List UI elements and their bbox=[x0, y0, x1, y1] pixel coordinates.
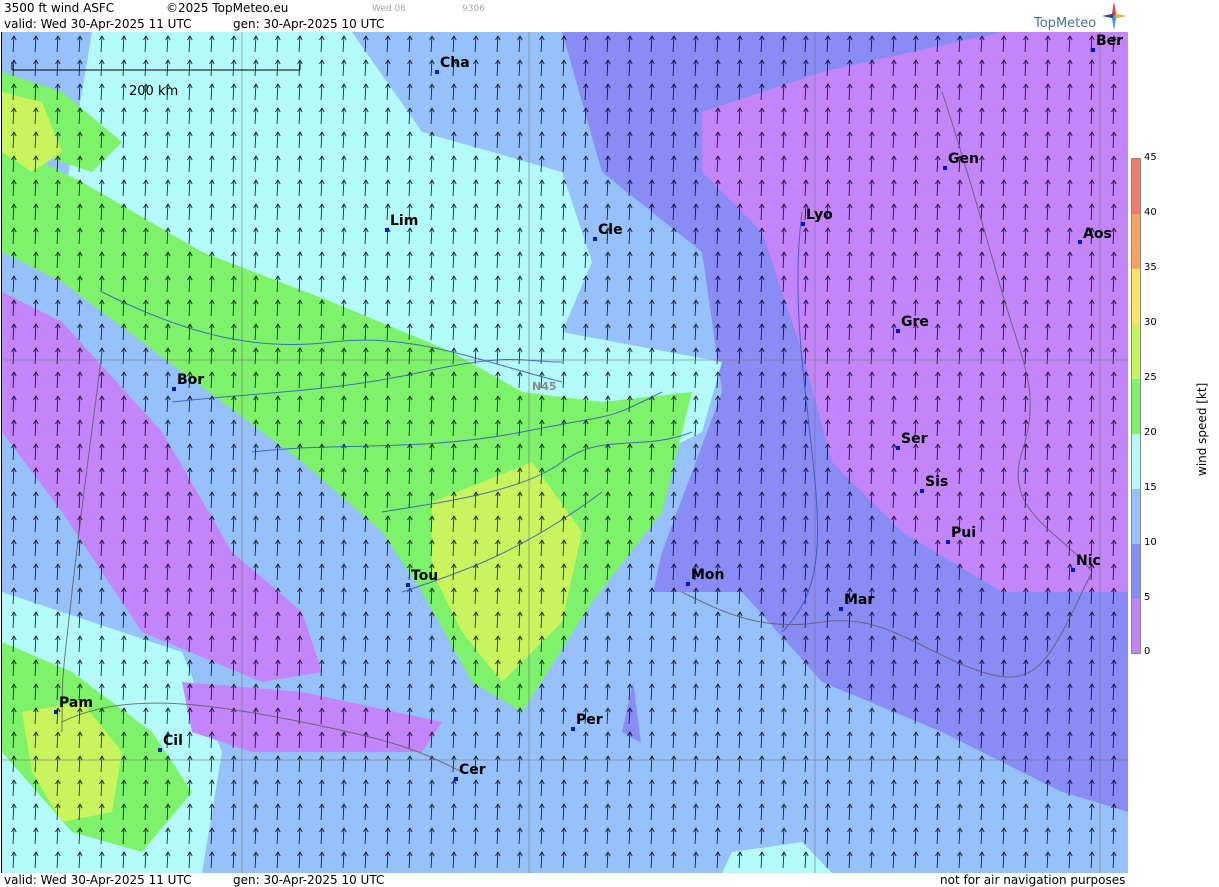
city-label[interactable]: Mar bbox=[844, 592, 874, 608]
city-label[interactable]: Cil bbox=[163, 733, 183, 749]
color-legend: 45 40 35 30 25 20 15 10 5 0 wind speed [… bbox=[1128, 0, 1219, 887]
city-label[interactable]: Per bbox=[576, 712, 603, 728]
logo-text: TopMeteo bbox=[1034, 16, 1097, 31]
city-marker bbox=[1078, 240, 1082, 244]
legend-tick: 5 bbox=[1144, 592, 1151, 603]
city-label[interactable]: Pui bbox=[951, 525, 976, 541]
city-marker bbox=[172, 387, 176, 391]
city-label[interactable]: Cle bbox=[598, 222, 623, 238]
legend-tick: 35 bbox=[1144, 262, 1157, 273]
city-marker bbox=[406, 583, 410, 587]
legend-tick: 15 bbox=[1144, 482, 1157, 493]
city-marker bbox=[435, 70, 439, 74]
color-bar bbox=[1131, 158, 1141, 654]
city-label[interactable]: Cha bbox=[440, 55, 470, 71]
legend-title: wind speed [kt] bbox=[1195, 382, 1209, 476]
topmeteo-logo[interactable]: TopMeteo bbox=[1034, 2, 1126, 32]
city-marker bbox=[571, 727, 575, 731]
city-label[interactable]: Pam bbox=[59, 695, 93, 711]
city-marker bbox=[920, 489, 924, 493]
legend-tick: 45 bbox=[1144, 152, 1157, 163]
city-label[interactable]: Gre bbox=[901, 314, 929, 330]
legend-tick: 0 bbox=[1144, 646, 1151, 657]
product-title: 3500 ft wind ASFC bbox=[4, 1, 115, 15]
legend-tick: 20 bbox=[1144, 427, 1157, 438]
city-marker bbox=[593, 237, 597, 241]
city-label[interactable]: Tou bbox=[411, 568, 438, 584]
city-label[interactable]: Mon bbox=[691, 567, 725, 583]
city-label[interactable]: Aos bbox=[1083, 226, 1112, 242]
city-label[interactable]: Sis bbox=[925, 474, 948, 490]
city-label[interactable]: Ser bbox=[901, 431, 927, 447]
city-marker bbox=[1071, 568, 1075, 572]
footer-generated-time: gen: 30-Apr-2025 10 UTC bbox=[233, 873, 385, 887]
legend-tick: 40 bbox=[1144, 207, 1157, 218]
city-marker bbox=[896, 446, 900, 450]
run-code: 9306 bbox=[462, 4, 485, 14]
city-marker bbox=[158, 748, 162, 752]
latitude-label: N45 bbox=[532, 380, 557, 393]
city-marker bbox=[1091, 48, 1095, 52]
city-marker bbox=[943, 166, 947, 170]
city-marker bbox=[946, 540, 950, 544]
legend-tick: 30 bbox=[1144, 317, 1157, 328]
legend-tick: 10 bbox=[1144, 537, 1157, 548]
city-label[interactable]: Bor bbox=[177, 372, 204, 388]
city-marker bbox=[896, 329, 900, 333]
generated-time: gen: 30-Apr-2025 10 UTC bbox=[233, 17, 385, 31]
day-tab[interactable]: Wed 06 bbox=[372, 4, 406, 14]
city-marker bbox=[839, 607, 843, 611]
wind-map[interactable]: 200 km N45 Cha Lim Cle Lyo Gen Ber Aos G… bbox=[1, 32, 1130, 873]
map-header: 3500 ft wind ASFC ©2025 TopMeteo.eu Wed … bbox=[0, 0, 1128, 32]
city-label[interactable]: Cer bbox=[459, 762, 486, 778]
compass-star-icon bbox=[1102, 2, 1126, 30]
footer-disclaimer: not for air navigation purposes bbox=[940, 873, 1126, 887]
footer-valid-time: valid: Wed 30-Apr-2025 11 UTC bbox=[4, 873, 192, 887]
map-footer: valid: Wed 30-Apr-2025 11 UTC gen: 30-Ap… bbox=[0, 873, 1128, 887]
copyright: ©2025 TopMeteo.eu bbox=[166, 1, 289, 15]
city-marker bbox=[454, 777, 458, 781]
city-label[interactable]: Nic bbox=[1076, 553, 1101, 569]
city-marker bbox=[801, 222, 805, 226]
city-marker bbox=[54, 710, 58, 714]
city-marker bbox=[686, 582, 690, 586]
legend-tick: 25 bbox=[1144, 372, 1157, 383]
valid-time: valid: Wed 30-Apr-2025 11 UTC bbox=[4, 17, 192, 31]
city-label[interactable]: Gen bbox=[948, 151, 979, 167]
city-label[interactable]: Lyo bbox=[806, 207, 833, 223]
scale-bar-label: 200 km bbox=[129, 84, 179, 99]
city-marker bbox=[385, 228, 389, 232]
city-label[interactable]: Lim bbox=[390, 213, 418, 229]
city-label[interactable]: Ber bbox=[1096, 33, 1123, 49]
